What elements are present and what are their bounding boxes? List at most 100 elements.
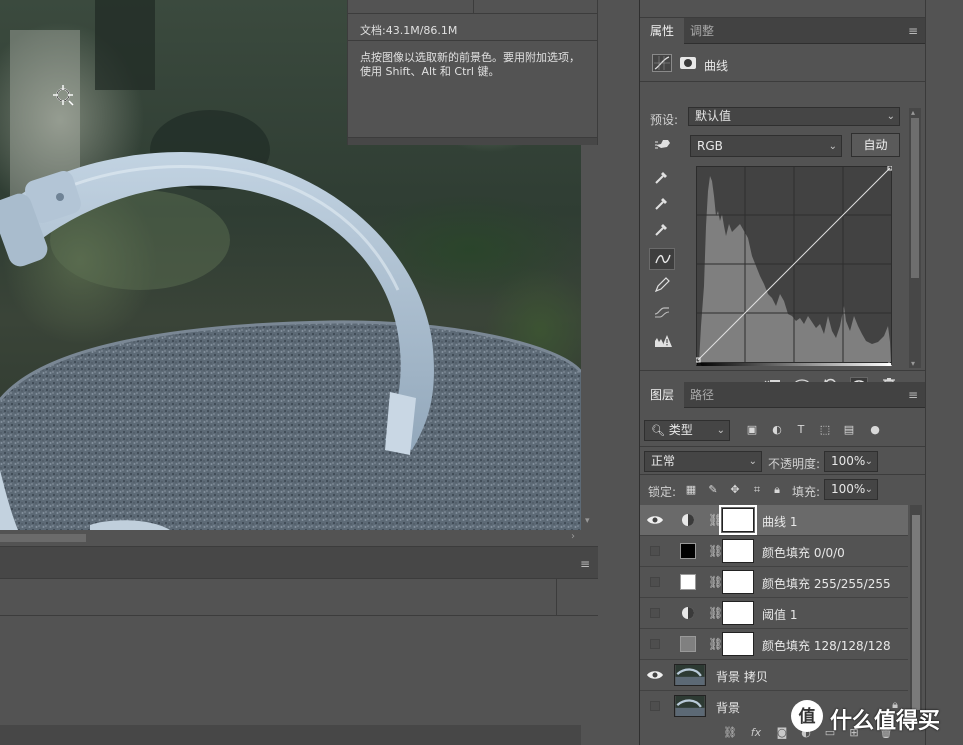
properties-tabs: 属性 调整 ≡ bbox=[640, 18, 926, 44]
lock-transparency-icon[interactable]: ▦ bbox=[684, 483, 698, 497]
visibility-toggle[interactable] bbox=[650, 701, 660, 711]
lower-panel-row bbox=[0, 579, 598, 616]
visibility-toggle[interactable] bbox=[650, 608, 660, 618]
lock-position-icon[interactable]: ✥ bbox=[728, 483, 742, 497]
properties-scrollbar[interactable]: ▴ ▾ bbox=[909, 108, 921, 368]
scroll-up-icon[interactable]: ▴ bbox=[911, 108, 915, 117]
panel-menu-icon[interactable]: ≡ bbox=[580, 557, 590, 571]
panel-menu-icon[interactable]: ≡ bbox=[908, 388, 918, 402]
curves-icon bbox=[652, 54, 672, 72]
lock-image-pixels-icon[interactable]: ✎ bbox=[706, 483, 720, 497]
layer-row-background-copy[interactable]: 背景 拷贝 bbox=[640, 660, 908, 691]
layer-mask-thumbnail[interactable] bbox=[722, 539, 754, 563]
smooth-icon[interactable] bbox=[649, 301, 675, 323]
chevron-down-icon: ⌄ bbox=[886, 111, 895, 122]
tab-adjustments[interactable]: 调整 bbox=[680, 18, 724, 44]
panel-menu-icon[interactable]: ≡ bbox=[908, 24, 918, 38]
mask-icon[interactable]: ◙ bbox=[774, 726, 790, 740]
layer-photo-thumbnail[interactable] bbox=[674, 664, 706, 686]
tab-paths[interactable]: 路径 bbox=[680, 382, 724, 408]
eyedropper-cursor-icon bbox=[53, 85, 74, 106]
properties-panel: 属性 调整 ≡ 曲线 预设: 默认值 ⌄ RGB ⌄ 自动 ▴ ▾ bbox=[640, 18, 926, 398]
layer-mask-thumbnail[interactable] bbox=[722, 601, 754, 625]
layer-filter-select[interactable]: 🔍︎ 类型 ⌄ bbox=[644, 420, 730, 441]
scrollbar-thumb[interactable] bbox=[912, 515, 920, 710]
clipping-warning-icon[interactable] bbox=[649, 330, 675, 352]
fill-field[interactable]: 100% ⌄ bbox=[824, 479, 878, 500]
visibility-eye-icon[interactable] bbox=[646, 512, 664, 528]
layer-mask-thumbnail[interactable] bbox=[722, 570, 754, 594]
layer-mask-thumbnail[interactable] bbox=[719, 505, 757, 535]
shape-filter-icon[interactable]: ⬚ bbox=[818, 423, 832, 437]
visibility-eye-icon[interactable] bbox=[646, 667, 664, 683]
color-swatch bbox=[680, 636, 696, 652]
lock-all-icon[interactable]: 🔒︎ bbox=[770, 483, 784, 497]
lock-label: 锁定: bbox=[648, 485, 677, 499]
filter-toggle-icon[interactable]: ● bbox=[868, 423, 882, 437]
gray-eyedropper-icon[interactable] bbox=[649, 192, 675, 214]
link-chain-icon[interactable]: ⛓︎ bbox=[708, 544, 723, 559]
color-swatch bbox=[680, 574, 696, 590]
scroll-right-icon[interactable]: › bbox=[571, 531, 575, 542]
lock-artboard-icon[interactable]: ⌗ bbox=[750, 483, 764, 497]
type-filter-icon[interactable]: T bbox=[794, 423, 808, 437]
target-adjust-icon[interactable] bbox=[649, 133, 675, 155]
blend-mode-select[interactable]: 正常 ⌄ bbox=[644, 451, 762, 472]
layer-photo-thumbnail[interactable] bbox=[674, 695, 706, 717]
layer-row-fill-gray[interactable]: ⛓︎ 颜色填充 128/128/128 bbox=[640, 629, 908, 660]
preset-select[interactable]: 默认值 ⌄ bbox=[688, 107, 900, 126]
divider bbox=[348, 40, 597, 41]
scroll-down-icon[interactable]: ▾ bbox=[585, 516, 590, 526]
layer-row-fill-white[interactable]: ⛓︎ 颜色填充 255/255/255 bbox=[640, 567, 908, 598]
fill-value: 100% bbox=[831, 482, 866, 496]
white-eyedropper-icon[interactable] bbox=[649, 218, 675, 240]
scrollbar-thumb[interactable] bbox=[0, 534, 86, 542]
auto-button[interactable]: 自动 bbox=[851, 133, 900, 157]
properties-title-row: 曲线 bbox=[640, 45, 925, 82]
tab-properties[interactable]: 属性 bbox=[640, 18, 685, 44]
layer-mask-icon[interactable] bbox=[678, 54, 698, 72]
chevron-down-icon: ⌄ bbox=[864, 456, 873, 467]
adjustment-filter-icon[interactable]: ◐ bbox=[770, 423, 784, 437]
dock-top-bar bbox=[640, 0, 925, 18]
chevron-down-icon: ⌄ bbox=[716, 425, 725, 436]
smart-object-filter-icon[interactable]: ▤ bbox=[842, 423, 856, 437]
layer-name: 背景 bbox=[716, 701, 741, 715]
channel-value: RGB bbox=[697, 139, 723, 153]
info-panel: 文档:43.1M/86.1M 点按图像以选取新的前景色。要用附加选项，使用 Sh… bbox=[347, 0, 598, 145]
black-eyedropper-icon[interactable] bbox=[649, 166, 675, 188]
layer-row-fill-black[interactable]: ⛓︎ 颜色填充 0/0/0 bbox=[640, 536, 908, 567]
chevron-down-icon: ⌄ bbox=[864, 484, 873, 495]
layer-row-curves[interactable]: ⛓︎ 曲线 1 bbox=[640, 505, 908, 536]
link-chain-icon[interactable]: ⛓︎ bbox=[708, 606, 723, 621]
canvas-horizontal-scrollbar[interactable]: › bbox=[0, 530, 581, 546]
layer-name: 阈值 1 bbox=[762, 608, 798, 622]
visibility-toggle[interactable] bbox=[650, 639, 660, 649]
link-chain-icon[interactable]: ⛓︎ bbox=[708, 575, 723, 590]
curves-graph[interactable] bbox=[696, 166, 892, 366]
scrollbar-thumb[interactable] bbox=[911, 118, 919, 278]
link-chain-icon[interactable]: ⛓︎ bbox=[708, 513, 723, 528]
layers-scrollbar[interactable] bbox=[910, 505, 922, 725]
adjustment-layer-icon bbox=[682, 607, 694, 619]
visibility-toggle[interactable] bbox=[650, 546, 660, 556]
channel-select[interactable]: RGB ⌄ bbox=[690, 135, 842, 157]
layer-row-threshold[interactable]: ⛓︎ 阈值 1 bbox=[640, 598, 908, 629]
layer-name: 颜色填充 255/255/255 bbox=[762, 577, 891, 591]
image-filter-icon[interactable]: ▣ bbox=[745, 423, 759, 437]
scroll-down-icon[interactable]: ▾ bbox=[911, 359, 915, 368]
watermark-text: 什么值得买 bbox=[830, 709, 941, 734]
visibility-toggle[interactable] bbox=[650, 577, 660, 587]
link-icon[interactable]: ⛓︎ bbox=[722, 726, 738, 740]
opacity-field[interactable]: 100% ⌄ bbox=[824, 451, 878, 472]
curve-point-icon[interactable] bbox=[649, 248, 675, 270]
fx-icon[interactable]: fx bbox=[748, 726, 764, 740]
right-dock: 属性 调整 ≡ 曲线 预设: 默认值 ⌄ RGB ⌄ 自动 ▴ ▾ 图层 路径 … bbox=[639, 0, 926, 745]
pencil-icon[interactable] bbox=[649, 274, 675, 296]
canvas-vertical-scrollbar[interactable]: ▾ bbox=[581, 145, 597, 530]
layers-tabs: 图层 路径 ≡ bbox=[640, 382, 926, 408]
layer-mask-thumbnail[interactable] bbox=[722, 632, 754, 656]
tab-layers[interactable]: 图层 bbox=[640, 382, 685, 408]
logo-glyph: 值 bbox=[799, 706, 816, 727]
link-chain-icon[interactable]: ⛓︎ bbox=[708, 637, 723, 652]
